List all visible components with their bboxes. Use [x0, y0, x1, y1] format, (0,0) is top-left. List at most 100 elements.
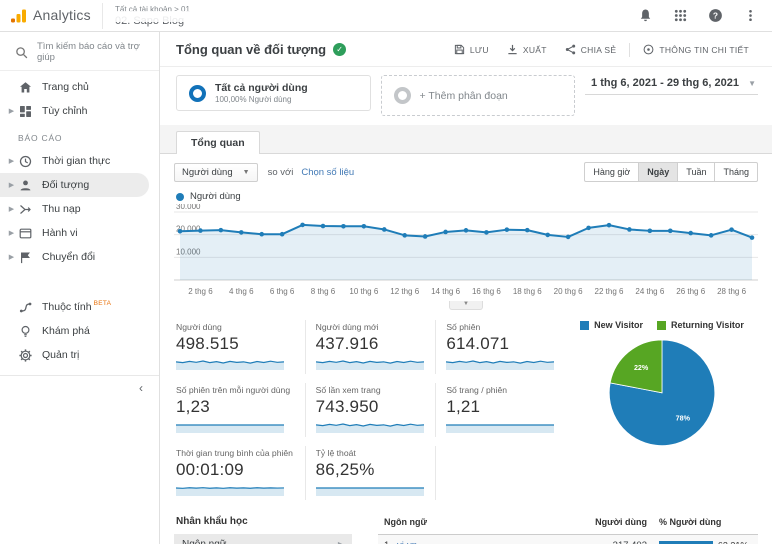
save-button[interactable]: LƯU [445, 40, 498, 59]
metric-card[interactable]: Người dùng 498.515 [174, 320, 305, 374]
apps-button[interactable] [673, 8, 688, 23]
save-icon [454, 44, 465, 55]
add-segment-button[interactable]: + Thêm phân đoạn [380, 75, 576, 116]
metric-card[interactable]: Thời gian trung bình của phiên 00:01:09 [174, 446, 305, 500]
date-range-picker[interactable]: 1 thg 6, 2021 - 29 thg 6, 2021 ▼ [585, 75, 758, 95]
table-row: 1. vi-vn 317.403 63,31% [378, 534, 758, 544]
metric-card[interactable]: Số lần xem trang 743.950 [304, 383, 436, 437]
sidebar-item-label: Quản trị [42, 349, 80, 361]
sidebar-item-admin[interactable]: Quản trị [0, 343, 149, 367]
demographics-item-label: Ngôn ngữ [182, 539, 227, 544]
add-segment-label: + Thêm phân đoạn [419, 89, 508, 102]
action-label: THÔNG TIN CHI TIẾT [659, 44, 749, 55]
table-header[interactable]: Ngôn ngữ [378, 512, 575, 535]
attribution-icon [19, 301, 32, 314]
expand-caret-icon: ▶ [8, 158, 15, 165]
insights-button[interactable]: THÔNG TIN CHI TIẾT [634, 40, 758, 59]
topbar-icons: ? [638, 8, 758, 23]
segment-ring-icon [189, 84, 206, 102]
metric-card[interactable]: Số trang / phiên 1,21 [435, 383, 566, 437]
language-link[interactable]: vi-vn [397, 540, 417, 544]
metric-sparkline [176, 360, 284, 370]
svg-text:10 thg 6: 10 thg 6 [349, 287, 378, 296]
chart-expander-button[interactable]: ▼ [449, 301, 483, 310]
metric-select-dropdown[interactable]: Người dùng ▼ [174, 162, 258, 182]
sidebar-item-home[interactable]: Trang chủ [0, 75, 149, 99]
sidebar-item-discover[interactable]: Khám phá [0, 319, 149, 343]
svg-text:26 thg 6: 26 thg 6 [676, 287, 705, 296]
table-header[interactable]: Người dùng [575, 512, 653, 535]
export-button[interactable]: XUẤT [498, 40, 556, 59]
share-button[interactable]: CHIA SẺ [556, 40, 626, 59]
vs-label: so với [267, 166, 294, 178]
metric-label: Số phiên trên mỗi người dùng [176, 385, 291, 395]
svg-text:22 thg 6: 22 thg 6 [595, 287, 624, 296]
sidebar-item-label: Chuyển đổi [42, 251, 96, 263]
report-actions: LƯU XUẤT CHIA SẺ THÔNG TIN CHI TIẾT [445, 40, 758, 59]
metric-select-value: Người dùng [182, 166, 233, 178]
chevron-down-icon: ▼ [748, 79, 756, 88]
sidebar-item-customization[interactable]: ▶ Tùy chỉnh [0, 99, 149, 123]
metric-card[interactable]: Số phiên trên mỗi người dùng 1,23 [174, 383, 305, 437]
metric-card[interactable]: Tỷ lệ thoát 86,25% [304, 446, 436, 500]
segment-all-users[interactable]: Tất cả người dùng 100,00% Người dùng [176, 75, 371, 111]
svg-text:4 thg 6: 4 thg 6 [229, 287, 254, 296]
main-content: Tổng quan về đối tượng ✓ LƯU XUẤT CHIA SẺ T… [160, 32, 772, 544]
sidebar-item-conversions[interactable]: ▶ Chuyển đổi [0, 245, 149, 269]
sidebar-search[interactable]: Tìm kiếm báo cáo và trợ giúp [0, 34, 159, 71]
expand-caret-icon: ▶ [8, 206, 15, 213]
granularity-option[interactable]: Tuần [678, 162, 716, 182]
demographics-item[interactable]: Ngôn ngữ ▶ [174, 534, 352, 544]
metric-card[interactable]: Người dùng mới 437.916 [304, 320, 436, 374]
action-label: CHIA SẺ [580, 44, 617, 55]
select-metric-link[interactable]: Chọn số liệu [301, 167, 354, 178]
metric-label: Tỷ lệ thoát [315, 448, 356, 458]
sidebar-section-label: BÁO CÁO [18, 133, 63, 143]
behavior-icon [19, 227, 32, 240]
acquisition-icon [19, 203, 32, 216]
metric-card[interactable]: Số phiên 614.071 [435, 320, 566, 374]
sidebar-item-behavior[interactable]: ▶ Hành vi [0, 221, 149, 245]
metric-value: 1,21 [446, 397, 481, 416]
sidebar-item-attribution[interactable]: Thuộc tính BETA [0, 295, 149, 319]
analytics-app: Analytics Tất cả tài khoản > 01 02. Sapo… [0, 0, 772, 544]
svg-text:8 thg 6: 8 thg 6 [311, 287, 336, 296]
more-button[interactable] [743, 8, 758, 23]
granularity-option[interactable]: Hàng giờ [584, 162, 640, 182]
segment-detail: 100,00% Người dùng [215, 95, 292, 104]
svg-text:20 thg 6: 20 thg 6 [554, 287, 583, 296]
collapse-sidebar-button[interactable]: ‹ [0, 375, 159, 400]
granularity-selected[interactable]: Ngày [639, 162, 679, 182]
sidebar-item-audience[interactable]: ▶ Đối tượng [0, 173, 149, 197]
sidebar-item-label: Thuộc tính [42, 301, 92, 313]
tab-overview[interactable]: Tổng quan [176, 131, 260, 154]
pie-legend-item[interactable]: Returning Visitor [657, 320, 744, 330]
analytics-brand[interactable]: Analytics [10, 8, 96, 24]
add-segment-ring-icon [393, 87, 411, 104]
chevron-down-icon: ▼ [242, 168, 250, 176]
granularity-option[interactable]: Tháng [715, 162, 758, 182]
help-button[interactable]: ? [708, 8, 723, 23]
table-header[interactable]: % Người dùng [653, 512, 758, 535]
legend-text: New Visitor [594, 320, 643, 330]
notifications-button[interactable] [638, 8, 653, 23]
users-count: 317.403 [575, 534, 653, 544]
sidebar-item-realtime[interactable]: ▶ Thời gian thực [0, 149, 149, 173]
visitor-pie-chart[interactable]: 78% 22% [601, 336, 723, 448]
sidebar-nav: Trang chủ ▶ Tùy chỉnh BÁO CÁO ▶ Thời gian thự… [0, 75, 159, 269]
metric-value: 86,25% [315, 460, 375, 479]
users-line-chart[interactable]: 10.00020.00030.0002 thg 64 thg 66 thg 68… [174, 202, 758, 298]
sidebar-item-label: Đối tượng [42, 179, 90, 191]
metric-sparkline [176, 487, 284, 496]
pie-legend-item[interactable]: New Visitor [580, 320, 643, 330]
svg-text:30.000: 30.000 [176, 204, 201, 211]
sidebar-item-acquisition[interactable]: ▶ Thu nạp [0, 197, 149, 221]
metric-value: 498.515 [176, 334, 239, 353]
account-switcher[interactable]: Tất cả tài khoản > 01 02. Sapo Blog [102, 2, 325, 29]
sidebar-item-label: Thời gian thực [42, 155, 111, 167]
home-icon [19, 81, 32, 94]
metrics-grid: Người dùng 498.515 Người dùng mới 437.916 Số… [174, 320, 566, 500]
analytics-logo-icon [10, 8, 27, 24]
segment-row: Tất cả người dùng 100,00% Người dùng + T… [160, 67, 772, 125]
chevron-right-icon: ▶ [338, 540, 344, 544]
